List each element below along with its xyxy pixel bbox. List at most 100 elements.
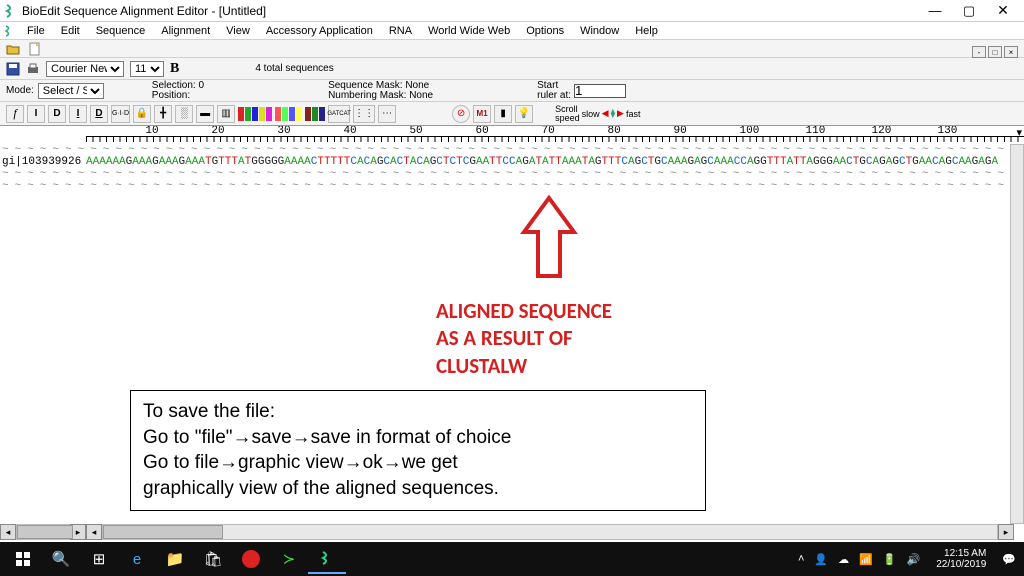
opera-icon[interactable] xyxy=(232,544,270,574)
edge-icon[interactable]: e xyxy=(118,544,156,574)
plus-button[interactable]: ╋ xyxy=(154,105,172,123)
windows-taskbar: 🔍 ⊞ e 📁 🛍 ≻ ˄ 👤 ☁ 📶 🔋 🔊 12:15 AM 22/10/2… xyxy=(0,542,1024,576)
menu-www[interactable]: World Wide Web xyxy=(421,24,517,38)
toolbar-file xyxy=(0,40,1024,58)
store-icon[interactable]: 🛍 xyxy=(194,544,232,574)
window-title: BioEdit Sequence Alignment Editor - [Unt… xyxy=(22,4,918,18)
annotation-text: ALIGNED SEQUENCE AS A RESULT OF CLUSTALW xyxy=(436,298,612,380)
ruler: ▾ 10 20 30 40 50 60 70 80 90 100 110 120… xyxy=(0,126,1024,144)
delete-button[interactable]: D xyxy=(48,105,66,123)
new-icon[interactable] xyxy=(28,42,42,56)
people-icon[interactable]: 👤 xyxy=(814,553,828,566)
toolbar-edit: f I D I D G·I·D 🔒 ╋ ░ ▬ ▥ GATCAT ⋮⋮ ⋯ ⊘ … xyxy=(0,102,1024,126)
ibar-button[interactable]: I xyxy=(69,105,87,123)
vertical-scrollbar[interactable] xyxy=(1010,144,1024,524)
seq-name-2[interactable]: gi|103939926 xyxy=(0,156,86,168)
font-select[interactable]: Courier New xyxy=(46,61,124,77)
print-icon[interactable] xyxy=(26,62,40,76)
bioedit-task-icon[interactable] xyxy=(308,544,346,574)
terminal-icon[interactable]: ≻ xyxy=(270,544,308,574)
insert-button[interactable]: I xyxy=(27,105,45,123)
lock-icon[interactable]: 🔒 xyxy=(133,105,151,123)
mode-select[interactable]: Select / Slide xyxy=(38,83,104,99)
menubar: File Edit Sequence Alignment View Access… xyxy=(0,22,1024,40)
close-button[interactable]: ✕ xyxy=(986,1,1020,21)
scroll-right-btn-2[interactable]: ▸ xyxy=(998,524,1014,540)
block-icon[interactable]: ▬ xyxy=(196,105,214,123)
taskview-icon[interactable]: ⊞ xyxy=(80,544,118,574)
color-palette-2[interactable] xyxy=(275,107,302,121)
volume-icon[interactable]: 🔊 xyxy=(907,553,921,566)
grip-icon[interactable]: ░ xyxy=(175,105,193,123)
nummask-label: Numbering Mask: None xyxy=(328,91,433,101)
seqcount-label: 4 total sequences xyxy=(255,63,333,74)
menu-rna[interactable]: RNA xyxy=(382,24,419,38)
bars2-icon[interactable]: ▮ xyxy=(494,105,512,123)
start-button[interactable] xyxy=(4,544,42,574)
speed-label: speed xyxy=(555,114,580,123)
app-icon xyxy=(4,4,18,18)
menu-options[interactable]: Options xyxy=(519,24,571,38)
fontsize-select[interactable]: 11 xyxy=(130,61,164,77)
menu-file[interactable]: File xyxy=(20,24,52,38)
instruction-box: To save the file: Go to "file"→save→save… xyxy=(130,390,706,511)
scroll-handle-icon[interactable]: ⧫ xyxy=(611,108,615,119)
mode-label: Mode: xyxy=(6,85,34,96)
clock[interactable]: 12:15 AM 22/10/2019 xyxy=(930,548,992,570)
bars-icon[interactable]: ▥ xyxy=(217,105,235,123)
scroll-right-icon[interactable]: ▶ xyxy=(617,108,624,119)
menu-window[interactable]: Window xyxy=(573,24,626,38)
open-icon[interactable] xyxy=(6,42,20,56)
hscroll-names[interactable]: ◂ ▸ xyxy=(0,524,86,540)
seq-data-1[interactable]: ~~~~~~~~~~~~~~~~~~~~~~~~~~~~~~~~~~~~~~~~… xyxy=(2,144,1024,156)
position-label: Position: xyxy=(152,91,204,101)
menu-edit[interactable]: Edit xyxy=(54,24,87,38)
scroll-left-btn-2[interactable]: ◂ xyxy=(86,524,102,540)
window-titlebar: BioEdit Sequence Alignment Editor - [Unt… xyxy=(0,0,1024,22)
scroll-left-btn[interactable]: ◂ xyxy=(0,524,16,540)
mdi-minimize[interactable]: - xyxy=(972,46,986,58)
menu-help[interactable]: Help xyxy=(628,24,665,38)
bold-button[interactable]: B xyxy=(170,61,179,77)
selection-label: Selection: 0 xyxy=(152,81,204,91)
gid-button[interactable]: G·I·D xyxy=(111,105,130,123)
mdi-close[interactable]: × xyxy=(1004,46,1018,58)
dbar-button[interactable]: D xyxy=(90,105,108,123)
minimize-button[interactable]: — xyxy=(918,1,952,21)
color-palette-3[interactable] xyxy=(305,107,325,121)
seq-data-2[interactable]: AAAAAAGAAAGAAAGAAATGTTTATGGGGGAAAACTTTTT… xyxy=(86,156,998,168)
menu-alignment[interactable]: Alignment xyxy=(154,24,217,38)
wifi-icon[interactable]: 📶 xyxy=(859,553,873,566)
italic-button[interactable]: f xyxy=(6,105,24,123)
ruler-input[interactable] xyxy=(574,84,626,98)
m1-button[interactable]: M1 xyxy=(473,105,491,123)
start-label: Start xyxy=(537,81,571,91)
menu-sequence[interactable]: Sequence xyxy=(89,24,153,38)
onedrive-icon[interactable]: ☁ xyxy=(838,553,849,566)
dots2-button[interactable]: ⋯ xyxy=(378,105,396,123)
tray-up-icon[interactable]: ˄ xyxy=(798,553,804,565)
toolbar-mode: Mode: Select / Slide Selection: 0 Positi… xyxy=(0,80,1024,102)
notifications-icon[interactable]: 💬 xyxy=(1002,553,1016,566)
gatcat-button[interactable]: GATCAT xyxy=(328,105,350,123)
save-icon[interactable] xyxy=(6,62,20,76)
dots1-button[interactable]: ⋮⋮ xyxy=(353,105,375,123)
slow-label: slow xyxy=(582,109,600,119)
explorer-icon[interactable]: 📁 xyxy=(156,544,194,574)
doc-icon xyxy=(4,25,16,37)
hscroll-seq[interactable]: ◂ ▸ xyxy=(86,524,1014,540)
menu-view[interactable]: View xyxy=(219,24,257,38)
maximize-button[interactable]: ▢ xyxy=(952,1,986,21)
search-icon[interactable]: 🔍 xyxy=(42,544,80,574)
mdi-restore[interactable]: □ xyxy=(988,46,1002,58)
seq-data-3[interactable]: ~~~~~~~~~~~~~~~~~~~~~~~~~~~~~~~~~~~~~~~~… xyxy=(2,168,1024,180)
up-arrow-icon xyxy=(520,194,578,284)
seqmask-label: Sequence Mask: None xyxy=(328,81,433,91)
stop-icon[interactable]: ⊘ xyxy=(452,105,470,123)
battery-icon[interactable]: 🔋 xyxy=(883,553,897,566)
bulb-icon[interactable]: 💡 xyxy=(515,105,533,123)
seq-data-4[interactable]: ~~~~~~~~~~~~~~~~~~~~~~~~~~~~~~~~~~~~~~~~… xyxy=(2,180,1024,192)
color-palette-1[interactable] xyxy=(238,107,272,121)
scroll-left-icon[interactable]: ◀ xyxy=(602,108,609,119)
menu-accessory[interactable]: Accessory Application xyxy=(259,24,380,38)
